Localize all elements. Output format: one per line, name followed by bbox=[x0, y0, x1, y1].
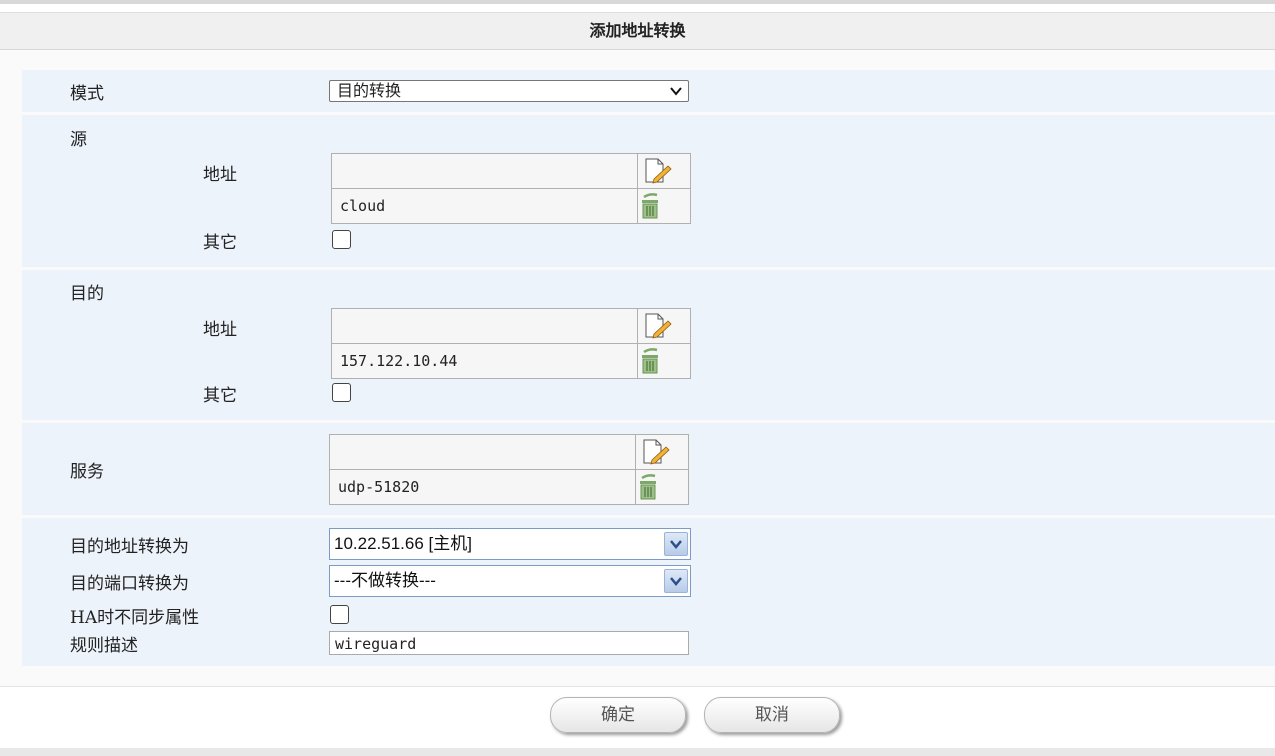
dest-port-combo[interactable]: ---不做转换--- bbox=[329, 565, 691, 597]
destination-address-label: 地址 bbox=[203, 320, 237, 340]
source-address-box: cloud bbox=[331, 153, 691, 224]
ha-checkbox[interactable] bbox=[330, 605, 349, 624]
dialog-title: 添加地址转换 bbox=[0, 12, 1275, 50]
destination-other-label: 其它 bbox=[203, 386, 237, 406]
edit-pencil-icon[interactable] bbox=[644, 313, 672, 339]
destination-other-checkbox[interactable] bbox=[332, 383, 351, 402]
mode-label: 模式 bbox=[70, 84, 104, 104]
service-box: udp-51820 bbox=[329, 434, 689, 505]
form-panel: 模式 目的转换 源 地址 cloud 其它 目的 地址 157.122.10.4… bbox=[0, 50, 1275, 686]
footer: 确定 取消 bbox=[0, 686, 1275, 749]
mode-select-value: 目的转换 bbox=[337, 81, 402, 100]
cancel-button[interactable]: 取消 bbox=[704, 697, 840, 733]
desc-input[interactable]: wireguard bbox=[329, 631, 689, 655]
destination-label: 目的 bbox=[70, 284, 104, 304]
source-address-value: cloud bbox=[340, 197, 386, 215]
edit-pencil-icon[interactable] bbox=[642, 439, 670, 465]
source-other-label: 其它 bbox=[203, 233, 237, 253]
ok-button[interactable]: 确定 bbox=[550, 697, 686, 733]
dest-port-value: ---不做转换--- bbox=[334, 571, 436, 590]
top-border bbox=[0, 0, 1275, 4]
divider bbox=[635, 435, 636, 504]
mode-select[interactable]: 目的转换 bbox=[329, 80, 689, 102]
dropdown-button[interactable] bbox=[664, 569, 688, 593]
destination-address-value: 157.122.10.44 bbox=[340, 352, 458, 370]
desc-label: 规则描述 bbox=[70, 636, 138, 656]
mode-row: 模式 目的转换 bbox=[22, 70, 1275, 112]
dest-addr-label: 目的地址转换为 bbox=[70, 537, 189, 557]
destination-address-box: 157.122.10.44 bbox=[331, 308, 691, 379]
translate-row: 目的地址转换为 10.22.51.66 [主机] 目的端口转换为 ---不做转换… bbox=[22, 518, 1275, 666]
source-other-checkbox[interactable] bbox=[332, 230, 351, 249]
destination-row: 目的 地址 157.122.10.44 其它 bbox=[22, 270, 1275, 420]
chevron-down-icon bbox=[670, 87, 682, 96]
trash-icon[interactable] bbox=[640, 192, 660, 220]
chevron-down-icon bbox=[670, 540, 682, 549]
source-label: 源 bbox=[70, 130, 87, 150]
ha-label: HA时不同步属性 bbox=[70, 608, 200, 628]
chevron-down-icon bbox=[670, 577, 682, 586]
bottom-border bbox=[0, 748, 1275, 756]
dropdown-button[interactable] bbox=[664, 532, 688, 556]
dest-port-label: 目的端口转换为 bbox=[70, 574, 189, 594]
source-address-label: 地址 bbox=[203, 165, 237, 185]
service-row: 服务 udp-51820 bbox=[22, 423, 1275, 515]
dest-addr-value: 10.22.51.66 [主机] bbox=[334, 534, 472, 553]
trash-icon[interactable] bbox=[640, 347, 660, 375]
service-label: 服务 bbox=[70, 462, 104, 482]
source-row: 源 地址 cloud 其它 bbox=[22, 115, 1275, 267]
edit-pencil-icon[interactable] bbox=[644, 158, 672, 184]
trash-icon[interactable] bbox=[638, 473, 658, 501]
service-value: udp-51820 bbox=[338, 478, 420, 496]
divider bbox=[637, 309, 638, 378]
divider bbox=[637, 154, 638, 223]
dest-addr-combo[interactable]: 10.22.51.66 [主机] bbox=[329, 528, 691, 560]
